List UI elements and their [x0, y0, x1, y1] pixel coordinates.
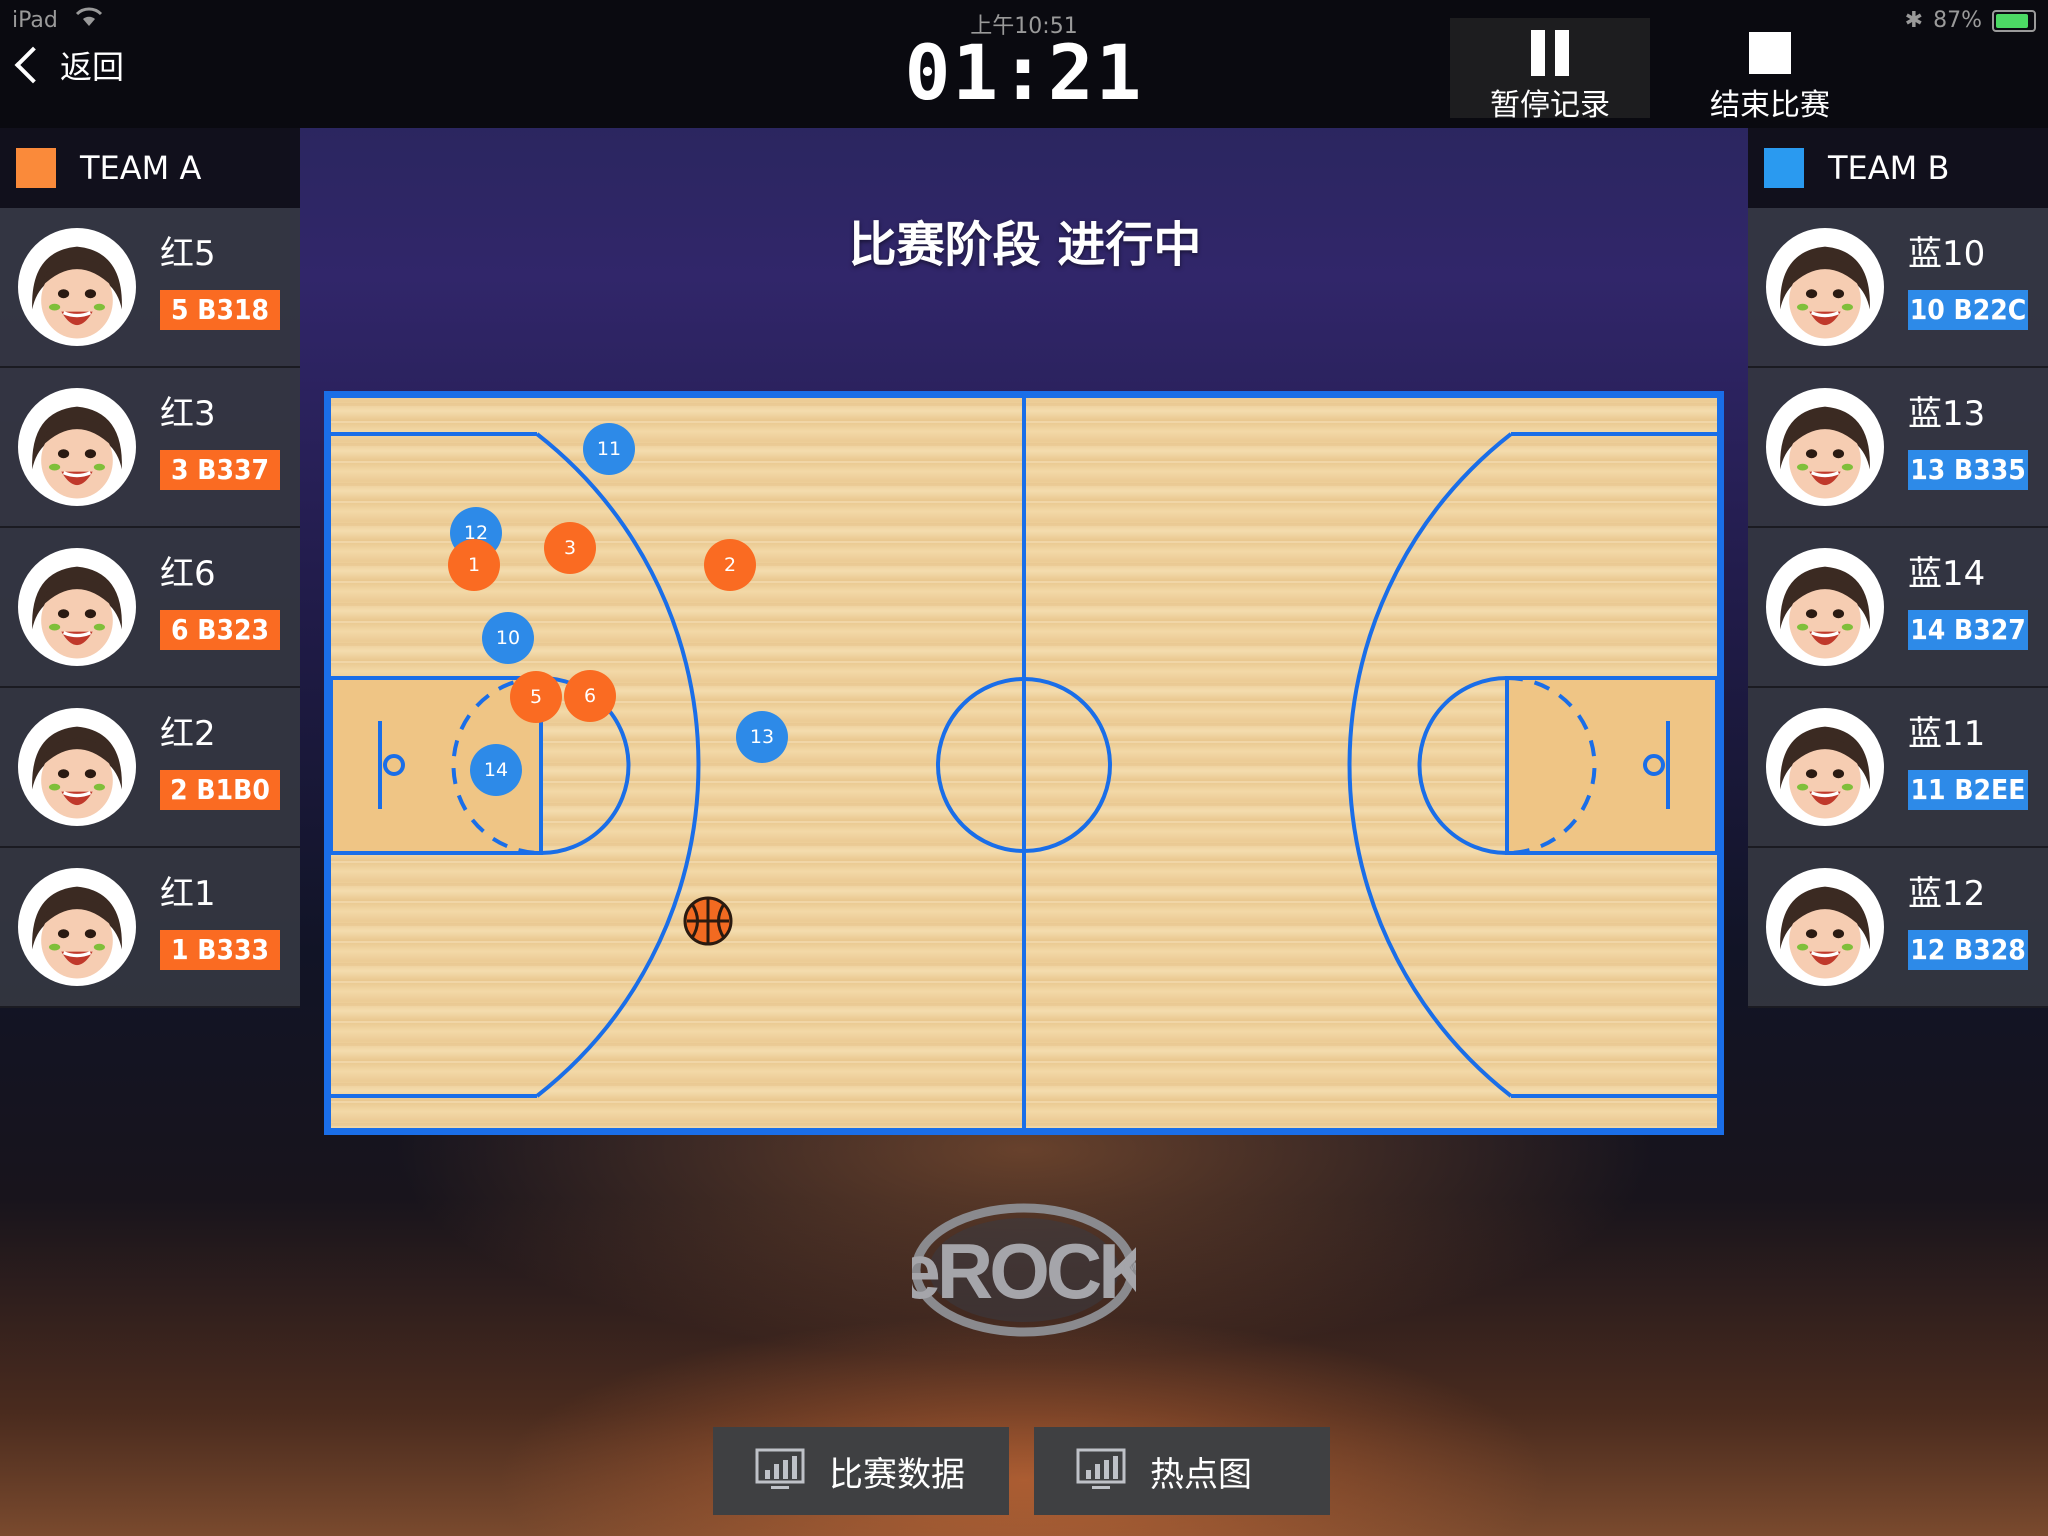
- player-marker-2[interactable]: 2: [704, 539, 756, 591]
- player-tag: 1 B333: [160, 930, 280, 970]
- team-a-color-swatch: [16, 148, 56, 188]
- player-card[interactable]: 蓝14 14 B327: [1748, 528, 2048, 688]
- player-name: 红3: [160, 394, 216, 434]
- player-marker-10[interactable]: 10: [482, 612, 534, 664]
- player-card[interactable]: 红3 3 B337: [0, 368, 300, 528]
- player-avatar: [1766, 548, 1884, 666]
- player-card[interactable]: 红2 2 B1B0: [0, 688, 300, 848]
- end-game-label: 结束比赛: [1710, 88, 1830, 123]
- heatmap-button[interactable]: 热点图: [1034, 1427, 1330, 1515]
- player-avatar: [1766, 228, 1884, 346]
- player-avatar: [18, 548, 136, 666]
- player-tag: 10 B22C: [1908, 290, 2028, 330]
- player-name: 红5: [160, 234, 216, 274]
- player-marker-1[interactable]: 1: [448, 539, 500, 591]
- svg-text:TM: TM: [1122, 1262, 1136, 1273]
- player-name: 蓝14: [1908, 554, 1986, 594]
- player-tag: 14 B327: [1908, 610, 2028, 650]
- player-name: 蓝12: [1908, 874, 1986, 914]
- player-avatar: [18, 228, 136, 346]
- pause-record-button[interactable]: 暂停记录: [1450, 18, 1650, 123]
- player-tag: 13 B335: [1908, 450, 2028, 490]
- player-tag: 12 B328: [1908, 930, 2028, 970]
- bar-chart-monitor-icon: [755, 1448, 805, 1494]
- player-card[interactable]: 蓝11 11 B2EE: [1748, 688, 2048, 848]
- player-tag: 11 B2EE: [1908, 770, 2028, 810]
- player-name: 红6: [160, 554, 216, 594]
- player-marker-11[interactable]: 11: [583, 423, 635, 475]
- heatmap-label: 热点图: [1150, 1454, 1252, 1495]
- player-name: 红1: [160, 874, 216, 914]
- player-avatar: [1766, 708, 1884, 826]
- player-card[interactable]: 蓝13 13 B335: [1748, 368, 2048, 528]
- team-b-roster: 蓝10 10 B22C 蓝13 13 B335 蓝14 14 B327 蓝11 11 B2EE…: [1748, 208, 2048, 1008]
- team-a-roster: 红5 5 B318 红3 3 B337 红6 6 B323 红2 2 B1B0 红1 1 B333: [0, 208, 300, 1008]
- player-card[interactable]: 蓝10 10 B22C: [1748, 208, 2048, 368]
- team-b-header: TEAM B: [1748, 128, 2048, 208]
- player-name: 蓝11: [1908, 714, 1986, 754]
- player-marker-13[interactable]: 13: [736, 711, 788, 763]
- match-stats-label: 比赛数据: [829, 1454, 965, 1495]
- player-avatar: [1766, 868, 1884, 986]
- player-name: 蓝13: [1908, 394, 1986, 434]
- match-stats-button[interactable]: 比赛数据: [713, 1427, 1009, 1515]
- stop-icon: [1749, 32, 1791, 74]
- player-marker-3[interactable]: 3: [544, 522, 596, 574]
- end-game-button[interactable]: 结束比赛: [1670, 18, 1870, 123]
- player-tag: 6 B323: [160, 610, 280, 650]
- player-card[interactable]: 蓝12 12 B328: [1748, 848, 2048, 1008]
- game-phase-title: 比赛阶段 进行中: [848, 217, 1202, 273]
- player-name: 蓝10: [1908, 234, 1986, 274]
- basketball-icon: [683, 896, 733, 946]
- player-marker-6[interactable]: 6: [564, 670, 616, 722]
- player-name: 红2: [160, 714, 216, 754]
- player-card[interactable]: 红6 6 B323: [0, 528, 300, 688]
- player-avatar: [1766, 388, 1884, 506]
- player-avatar: [18, 388, 136, 506]
- player-tag: 2 B1B0: [160, 770, 280, 810]
- team-a-name: TEAM A: [80, 149, 202, 187]
- pause-icon: [1529, 30, 1571, 76]
- basketball-court[interactable]: 11 12 1 3 2 10 5 6 13 14: [324, 391, 1724, 1135]
- pause-record-label: 暂停记录: [1490, 88, 1610, 123]
- bar-chart-monitor-icon: [1076, 1448, 1126, 1494]
- team-b-color-swatch: [1764, 148, 1804, 188]
- erock-logo: eROCK TM: [897, 1200, 1158, 1340]
- player-avatar: [18, 708, 136, 826]
- team-b-name: TEAM B: [1828, 149, 1950, 187]
- player-marker-14[interactable]: 14: [470, 744, 522, 796]
- player-tag: 3 B337: [160, 450, 280, 490]
- team-a-header: TEAM A: [0, 128, 300, 208]
- player-card[interactable]: 红1 1 B333: [0, 848, 300, 1008]
- court-drawing: [324, 391, 1724, 1135]
- svg-text:eROCK: eROCK: [912, 1227, 1136, 1315]
- player-card[interactable]: 红5 5 B318: [0, 208, 300, 368]
- player-tag: 5 B318: [160, 290, 280, 330]
- player-marker-5[interactable]: 5: [510, 671, 562, 723]
- player-avatar: [18, 868, 136, 986]
